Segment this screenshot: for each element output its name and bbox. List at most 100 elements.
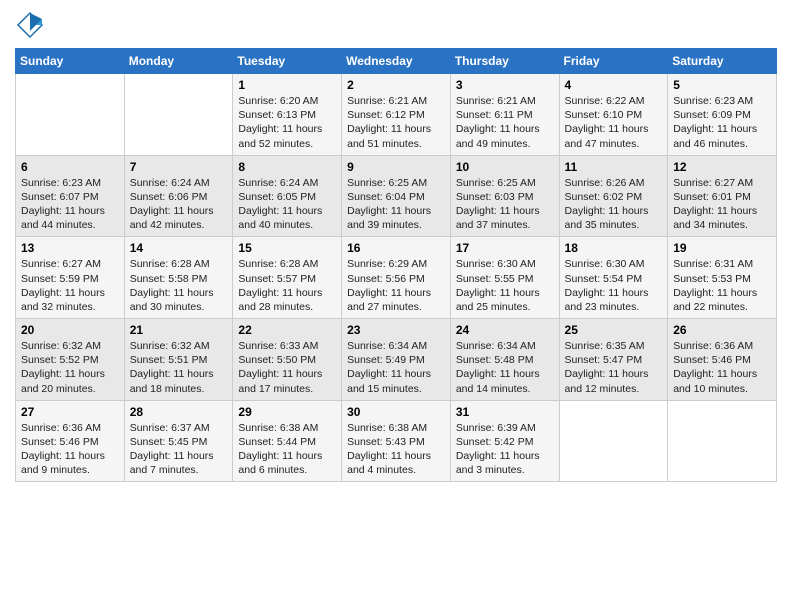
cell-text: Sunrise: 6:37 AMSunset: 5:45 PMDaylight:… [130,421,228,478]
cell-text: Sunrise: 6:30 AMSunset: 5:54 PMDaylight:… [565,257,663,314]
calendar-week-row: 27 Sunrise: 6:36 AMSunset: 5:46 PMDayligh… [16,400,777,482]
cell-text: Sunrise: 6:36 AMSunset: 5:46 PMDaylight:… [21,421,119,478]
calendar-week-row: 13Sunrise: 6:27 AMSunset: 5:59 PMDayligh… [16,237,777,319]
calendar-cell: 15 Sunrise: 6:28 AMSunset: 5:57 PMDayligh… [233,237,342,319]
weekday-header: Thursday [450,49,559,74]
day-number: 3 [456,78,554,92]
cell-text: Sunrise: 6:30 AMSunset: 5:55 PMDaylight:… [456,257,554,314]
cell-text: Sunrise: 6:33 AMSunset: 5:50 PMDaylight:… [238,339,336,396]
calendar-cell: 22Sunrise: 6:33 AMSunset: 5:50 PMDayligh… [233,319,342,401]
calendar-week-row: 20 Sunrise: 6:32 AMSunset: 5:52 PMDayligh… [16,319,777,401]
calendar-table: SundayMondayTuesdayWednesdayThursdayFrid… [15,48,777,482]
cell-text: Sunrise: 6:39 AMSunset: 5:42 PMDaylight:… [456,421,554,478]
cell-text: Sunrise: 6:34 AMSunset: 5:49 PMDaylight:… [347,339,445,396]
calendar-cell: 8 Sunrise: 6:24 AMSunset: 6:05 PMDaylight… [233,155,342,237]
cell-text: Sunrise: 6:24 AMSunset: 6:06 PMDaylight:… [130,176,228,233]
calendar-week-row: 6 Sunrise: 6:23 AMSunset: 6:07 PMDaylight… [16,155,777,237]
calendar-cell: 26Sunrise: 6:36 AMSunset: 5:46 PMDayligh… [668,319,777,401]
day-number: 16 [347,241,445,255]
cell-text: Sunrise: 6:21 AMSunset: 6:11 PMDaylight:… [456,94,554,151]
calendar-cell: 3 Sunrise: 6:21 AMSunset: 6:11 PMDaylight… [450,74,559,156]
day-number: 10 [456,160,554,174]
calendar-cell: 10 Sunrise: 6:25 AMSunset: 6:03 PMDayligh… [450,155,559,237]
calendar-cell: 29Sunrise: 6:38 AMSunset: 5:44 PMDayligh… [233,400,342,482]
day-number: 27 [21,405,119,419]
day-number: 30 [347,405,445,419]
day-number: 23 [347,323,445,337]
calendar-cell: 17 Sunrise: 6:30 AMSunset: 5:55 PMDayligh… [450,237,559,319]
cell-text: Sunrise: 6:22 AMSunset: 6:10 PMDaylight:… [565,94,663,151]
cell-text: Sunrise: 6:24 AMSunset: 6:05 PMDaylight:… [238,176,336,233]
cell-text: Sunrise: 6:34 AMSunset: 5:48 PMDaylight:… [456,339,554,396]
calendar-cell: 16 Sunrise: 6:29 AMSunset: 5:56 PMDayligh… [342,237,451,319]
calendar-cell: 27 Sunrise: 6:36 AMSunset: 5:46 PMDayligh… [16,400,125,482]
weekday-header: Friday [559,49,668,74]
page-header [15,10,777,40]
calendar-week-row: 1Sunrise: 6:20 AMSunset: 6:13 PMDaylight… [16,74,777,156]
day-number: 18 [565,241,663,255]
calendar-cell [559,400,668,482]
day-number: 5 [673,78,771,92]
weekday-header: Monday [124,49,233,74]
cell-text: Sunrise: 6:28 AMSunset: 5:58 PMDaylight:… [130,257,228,314]
cell-text: Sunrise: 6:29 AMSunset: 5:56 PMDaylight:… [347,257,445,314]
day-number: 21 [130,323,228,337]
cell-text: Sunrise: 6:26 AMSunset: 6:02 PMDaylight:… [565,176,663,233]
day-number: 26 [673,323,771,337]
calendar-cell: 20 Sunrise: 6:32 AMSunset: 5:52 PMDayligh… [16,319,125,401]
day-number: 14 [130,241,228,255]
day-number: 2 [347,78,445,92]
cell-text: Sunrise: 6:38 AMSunset: 5:44 PMDaylight:… [238,421,336,478]
cell-text: Sunrise: 6:28 AMSunset: 5:57 PMDaylight:… [238,257,336,314]
cell-text: Sunrise: 6:38 AMSunset: 5:43 PMDaylight:… [347,421,445,478]
calendar-cell: 31 Sunrise: 6:39 AMSunset: 5:42 PMDayligh… [450,400,559,482]
day-number: 1 [238,78,336,92]
day-number: 17 [456,241,554,255]
calendar-cell: 7 Sunrise: 6:24 AMSunset: 6:06 PMDaylight… [124,155,233,237]
calendar-cell: 21 Sunrise: 6:32 AMSunset: 5:51 PMDayligh… [124,319,233,401]
day-number: 19 [673,241,771,255]
calendar-cell [668,400,777,482]
calendar-cell [124,74,233,156]
cell-text: Sunrise: 6:25 AMSunset: 6:03 PMDaylight:… [456,176,554,233]
logo [15,10,49,40]
weekday-header-row: SundayMondayTuesdayWednesdayThursdayFrid… [16,49,777,74]
day-number: 31 [456,405,554,419]
day-number: 12 [673,160,771,174]
calendar-cell: 6 Sunrise: 6:23 AMSunset: 6:07 PMDaylight… [16,155,125,237]
calendar-cell [16,74,125,156]
day-number: 15 [238,241,336,255]
day-number: 9 [347,160,445,174]
calendar-cell: 4 Sunrise: 6:22 AMSunset: 6:10 PMDaylight… [559,74,668,156]
calendar-cell: 2 Sunrise: 6:21 AMSunset: 6:12 PMDaylight… [342,74,451,156]
day-number: 8 [238,160,336,174]
cell-text: Sunrise: 6:23 AMSunset: 6:09 PMDaylight:… [673,94,771,151]
day-number: 4 [565,78,663,92]
day-number: 11 [565,160,663,174]
calendar-cell: 24 Sunrise: 6:34 AMSunset: 5:48 PMDayligh… [450,319,559,401]
day-number: 28 [130,405,228,419]
cell-text: Sunrise: 6:32 AMSunset: 5:51 PMDaylight:… [130,339,228,396]
logo-icon [15,10,45,40]
calendar-cell: 18 Sunrise: 6:30 AMSunset: 5:54 PMDayligh… [559,237,668,319]
calendar-cell: 1Sunrise: 6:20 AMSunset: 6:13 PMDaylight… [233,74,342,156]
calendar-cell: 19 Sunrise: 6:31 AMSunset: 5:53 PMDayligh… [668,237,777,319]
calendar-cell: 12 Sunrise: 6:27 AMSunset: 6:01 PMDayligh… [668,155,777,237]
day-number: 6 [21,160,119,174]
weekday-header: Tuesday [233,49,342,74]
calendar-cell: 13Sunrise: 6:27 AMSunset: 5:59 PMDayligh… [16,237,125,319]
calendar-cell: 25Sunrise: 6:35 AMSunset: 5:47 PMDayligh… [559,319,668,401]
cell-text: Sunrise: 6:21 AMSunset: 6:12 PMDaylight:… [347,94,445,151]
calendar-cell: 9 Sunrise: 6:25 AMSunset: 6:04 PMDaylight… [342,155,451,237]
cell-text: Sunrise: 6:32 AMSunset: 5:52 PMDaylight:… [21,339,119,396]
cell-text: Sunrise: 6:23 AMSunset: 6:07 PMDaylight:… [21,176,119,233]
cell-text: Sunrise: 6:25 AMSunset: 6:04 PMDaylight:… [347,176,445,233]
day-number: 20 [21,323,119,337]
day-number: 24 [456,323,554,337]
cell-text: Sunrise: 6:27 AMSunset: 5:59 PMDaylight:… [21,257,119,314]
cell-text: Sunrise: 6:31 AMSunset: 5:53 PMDaylight:… [673,257,771,314]
cell-text: Sunrise: 6:27 AMSunset: 6:01 PMDaylight:… [673,176,771,233]
cell-text: Sunrise: 6:35 AMSunset: 5:47 PMDaylight:… [565,339,663,396]
day-number: 7 [130,160,228,174]
weekday-header: Wednesday [342,49,451,74]
